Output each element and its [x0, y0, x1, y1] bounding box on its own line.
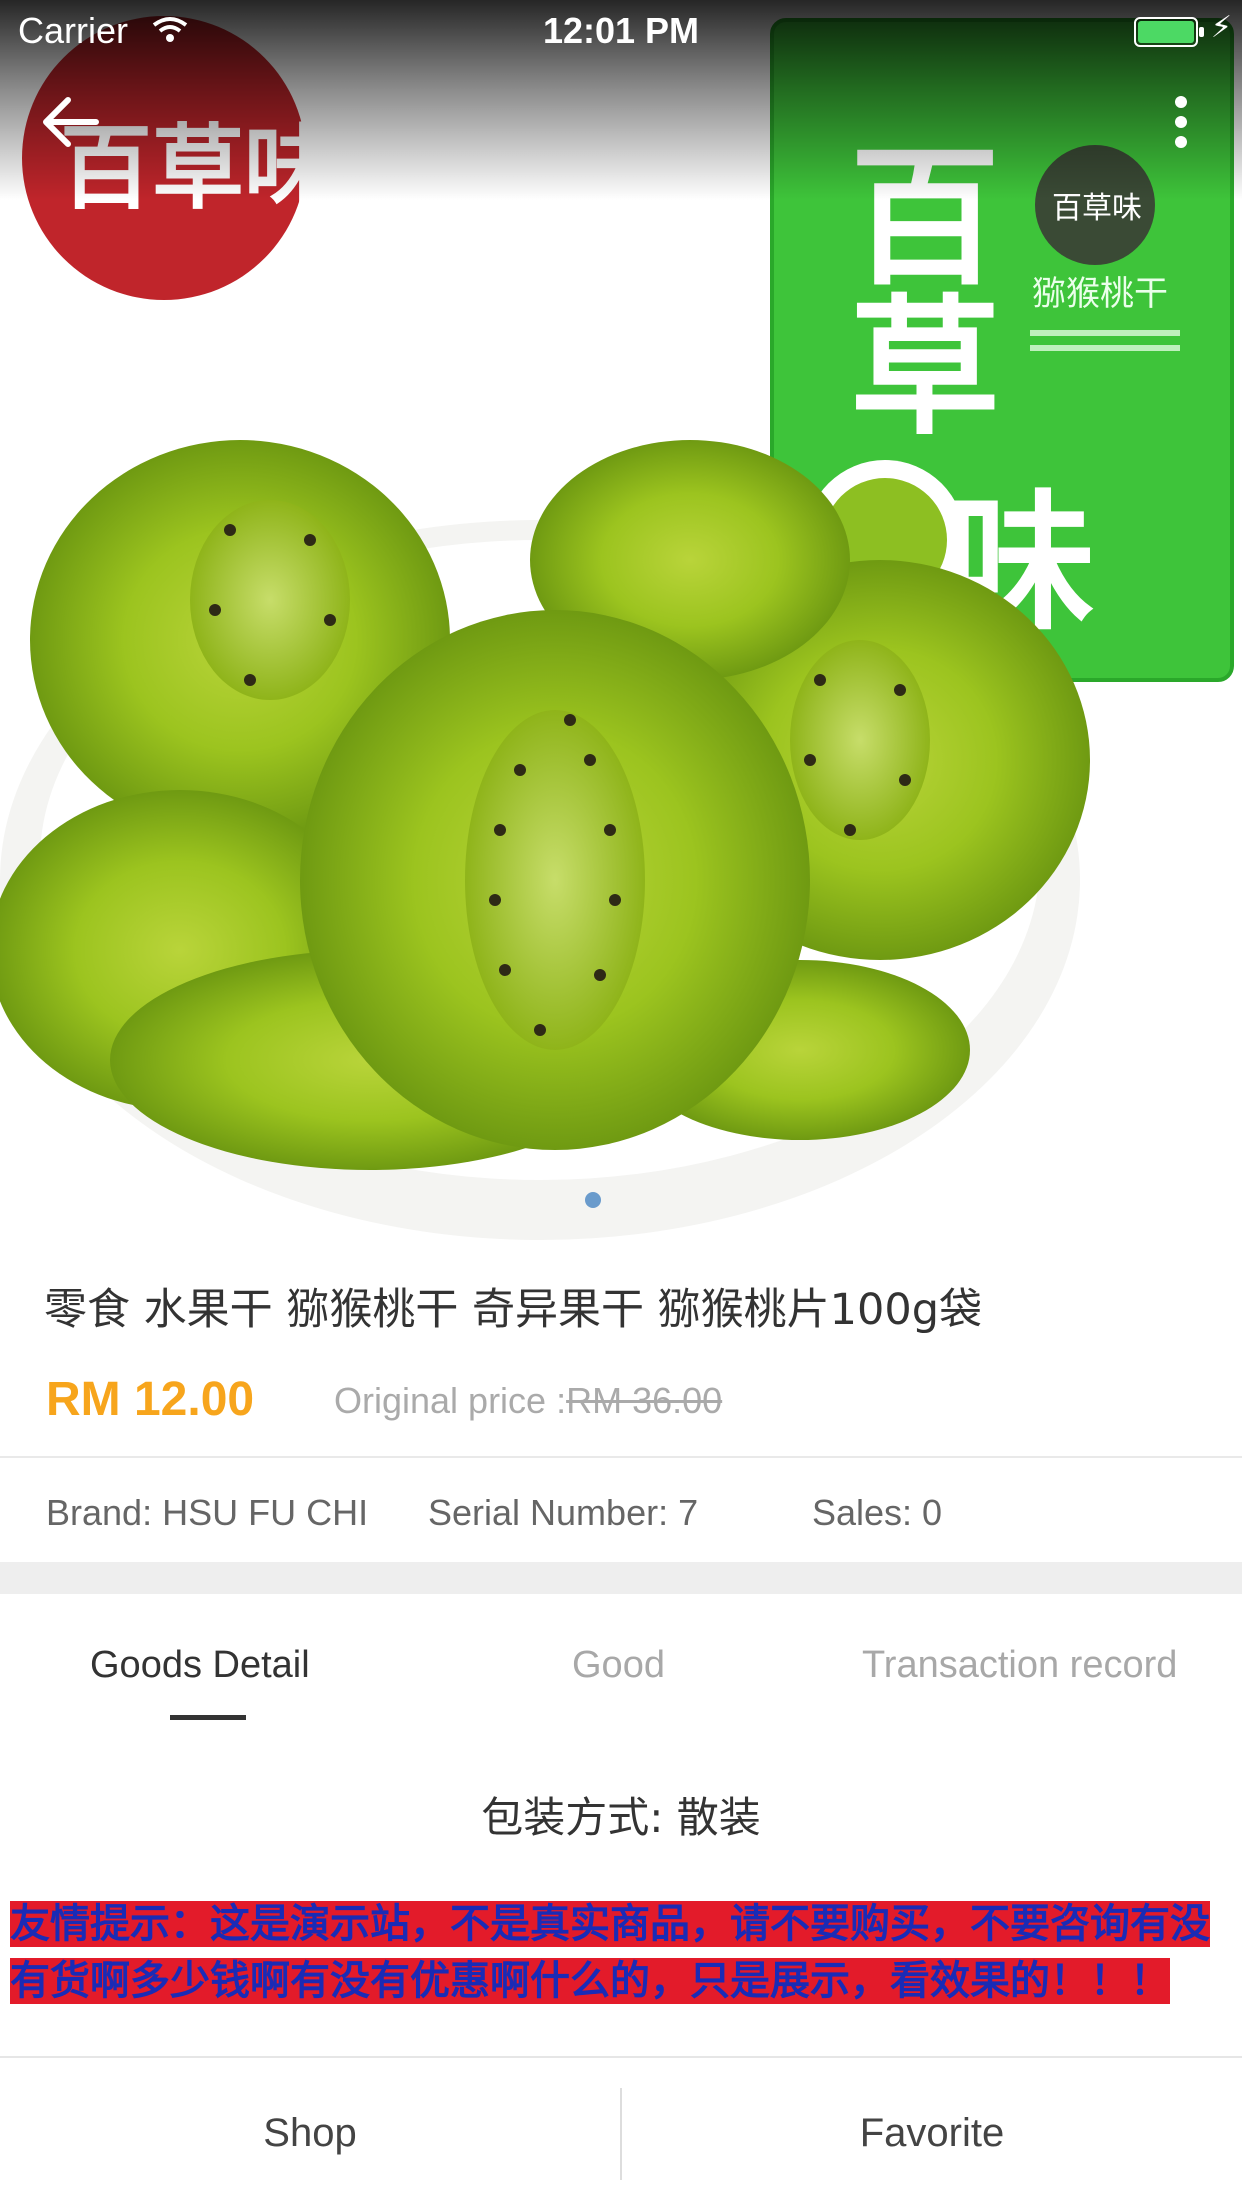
- original-price: Original price :RM 36.00: [334, 1380, 722, 1422]
- svg-text:猕猴桃干: 猕猴桃干: [1032, 274, 1168, 314]
- battery-icon: [1134, 14, 1206, 47]
- serial-number-info: Serial Number: 7: [428, 1492, 699, 1533]
- favorite-button[interactable]: Favorite: [622, 2058, 1242, 2210]
- section-separator: [0, 1562, 1242, 1594]
- status-bar: Carrier 12:01 PM ⚡: [0, 0, 1242, 60]
- back-arrow-icon: [43, 97, 99, 147]
- sales-info: Sales: 0: [812, 1492, 943, 1533]
- divider: [0, 1456, 1242, 1458]
- carousel-indicator: [585, 1192, 657, 1210]
- product-title: 零食 水果干 猕猴桃干 奇异果干 猕猴桃片100g袋: [44, 1285, 983, 1335]
- product-image-carousel[interactable]: 百 草 味 百草味 猕猴桃干: [0, 0, 1242, 1240]
- original-price-label: Original price :: [334, 1380, 567, 1421]
- svg-text:草: 草: [850, 282, 1000, 456]
- tab-good[interactable]: Good: [572, 1644, 665, 1687]
- active-tab-indicator: [170, 1715, 246, 1720]
- demo-notice: 友情提示：这是演示站，不是真实商品，请不要购买，不要咨询有没 有货啊多少钱啊有没…: [10, 1896, 1230, 2010]
- back-button[interactable]: [36, 90, 106, 150]
- carousel-dot-active: [585, 1192, 601, 1208]
- shop-button[interactable]: Shop: [0, 2058, 620, 2210]
- notice-line-2: 有货啊多少钱啊有没有优惠啊什么的，只是展示，看效果的！！！: [10, 1958, 1170, 2004]
- tab-goods-detail[interactable]: Goods Detail: [90, 1644, 310, 1687]
- tab-transaction-record[interactable]: Transaction record: [862, 1644, 1177, 1687]
- current-price: RM 12.00: [46, 1373, 255, 1426]
- brand-info: Brand: HSU FU CHI: [46, 1492, 369, 1533]
- packaging-info: 包装方式: 散装: [481, 1793, 761, 1842]
- more-vertical-icon: [1175, 96, 1187, 148]
- notice-line-1: 友情提示：这是演示站，不是真实商品，请不要购买，不要咨询有没: [10, 1901, 1210, 1947]
- original-price-value: RM 36.00: [566, 1380, 723, 1421]
- bottom-action-bar: Shop Favorite: [0, 2056, 1242, 2210]
- status-time: 12:01 PM: [542, 10, 700, 51]
- charging-icon: ⚡: [1210, 11, 1232, 44]
- more-button[interactable]: [1166, 92, 1196, 152]
